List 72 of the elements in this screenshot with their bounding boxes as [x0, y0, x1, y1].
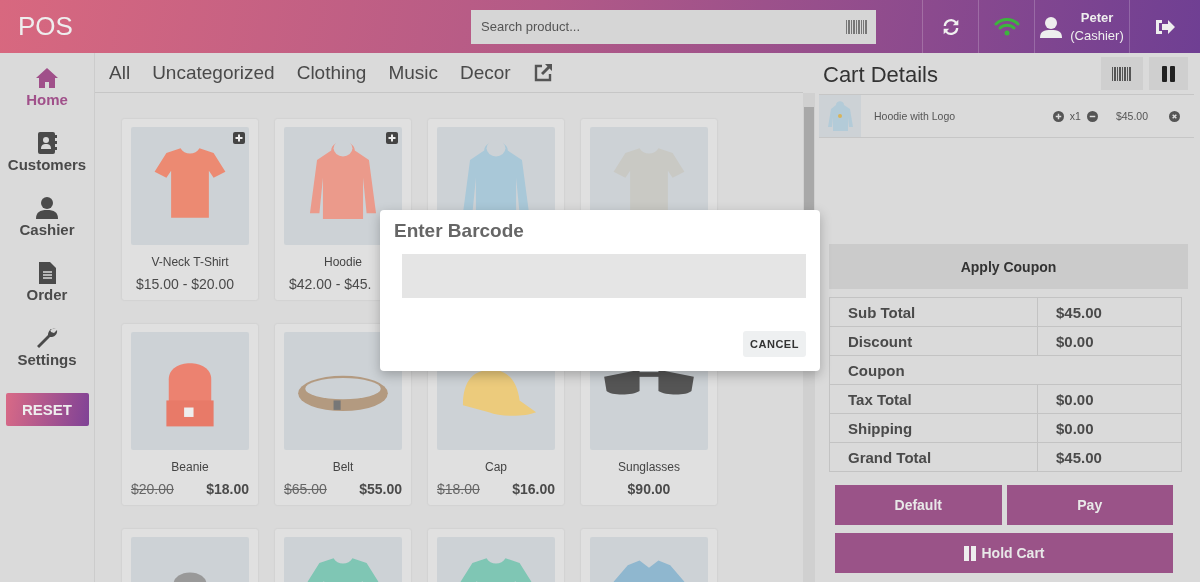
category-tab[interactable]: Clothing: [296, 61, 367, 84]
wrench-icon[interactable]: [35, 326, 59, 350]
total-value: $45.00: [1037, 297, 1182, 327]
total-value: $0.00: [1037, 413, 1182, 443]
contacts-icon[interactable]: [35, 131, 59, 155]
hold-cart-button[interactable]: Hold Cart: [835, 533, 1173, 573]
barcode-button[interactable]: [1101, 57, 1143, 90]
cart-item-name: Hoodie with Logo: [874, 110, 957, 122]
user-role: (Cashier): [1070, 26, 1124, 45]
total-value: $45.00: [1037, 442, 1182, 472]
sale-price: $16.00: [512, 481, 555, 497]
product-price: $15.00 - $20.00: [136, 276, 235, 292]
total-label: Tax Total: [829, 384, 1038, 414]
home-icon[interactable]: [35, 66, 59, 90]
total-label: Discount: [829, 326, 1038, 356]
pause-button[interactable]: [1149, 57, 1188, 90]
search-bar[interactable]: Search product...: [471, 9, 876, 44]
product-name: Hoodie: [324, 255, 362, 269]
regular-price: $18.00: [437, 481, 480, 497]
cancel-button[interactable]: CANCEL: [743, 331, 806, 357]
barcode-input[interactable]: [402, 254, 806, 298]
search-field[interactable]: Search product...: [479, 18, 846, 35]
nav-item[interactable]: Home: [26, 66, 68, 131]
barcode-icon[interactable]: [846, 19, 868, 34]
product-price: $90.00: [627, 481, 671, 497]
action-button[interactable]: Default: [835, 485, 1002, 525]
apply-coupon-button[interactable]: Apply Coupon: [829, 244, 1188, 289]
product-card[interactable]: Belt $65.00 $55.00: [275, 324, 411, 505]
category-tab[interactable]: Decor: [460, 61, 511, 84]
product-name: Belt: [332, 460, 354, 474]
total-label: Shipping: [829, 413, 1038, 443]
logo-text: POS: [18, 11, 74, 42]
user-icon[interactable]: [35, 196, 59, 220]
category-tab[interactable]: Uncategorized: [152, 61, 275, 84]
product-name: Sunglasses: [617, 460, 680, 474]
plus-circle-icon[interactable]: [1052, 110, 1064, 122]
product-price: $42.00 - $45.: [289, 276, 372, 292]
reset-button[interactable]: RESET: [5, 393, 89, 426]
product-card[interactable]: V-Neck T-Shirt $15.00 - $20.00: [122, 119, 258, 300]
user-icon[interactable]: [1040, 15, 1063, 38]
product-name: V-Neck T-Shirt: [151, 255, 229, 269]
plus-icon[interactable]: [386, 132, 398, 144]
nav-item[interactable]: Order: [26, 261, 68, 326]
nav-item[interactable]: Customers: [7, 131, 87, 196]
barcode-icon: [1112, 66, 1132, 81]
regular-price: $65.00: [284, 481, 327, 497]
category-tab[interactable]: All: [109, 61, 131, 84]
sale-price: $55.00: [359, 481, 402, 497]
quantity: x1: [1069, 110, 1081, 122]
total-label: Sub Total: [829, 297, 1038, 327]
sale-price: $18.00: [206, 481, 249, 497]
total-label: Coupon: [829, 355, 1182, 385]
pause-icon: [1161, 65, 1176, 82]
action-button[interactable]: Pay: [1006, 485, 1173, 525]
cart-title: Cart Details: [822, 62, 939, 88]
nav-item[interactable]: Settings: [17, 326, 77, 391]
total-value: $0.00: [1037, 326, 1182, 356]
product-name: Cap: [485, 460, 507, 474]
total-value: $0.00: [1037, 384, 1182, 414]
category-tab[interactable]: Music: [388, 61, 438, 84]
total-label: Grand Total: [829, 442, 1038, 472]
product-card[interactable]: Beanie $20.00 $18.00: [122, 324, 258, 505]
remove-icon[interactable]: [1169, 110, 1180, 122]
plus-icon[interactable]: [233, 132, 245, 144]
regular-price: $20.00: [131, 481, 174, 497]
user-name: Peter: [1080, 8, 1114, 27]
nav-item[interactable]: Cashier: [19, 196, 75, 261]
product-name: Beanie: [171, 460, 209, 474]
minus-circle-icon[interactable]: [1086, 110, 1098, 122]
pause-icon: [963, 545, 977, 561]
external-link-icon[interactable]: [532, 62, 553, 83]
cart-item-price: $45.00: [1115, 110, 1148, 122]
